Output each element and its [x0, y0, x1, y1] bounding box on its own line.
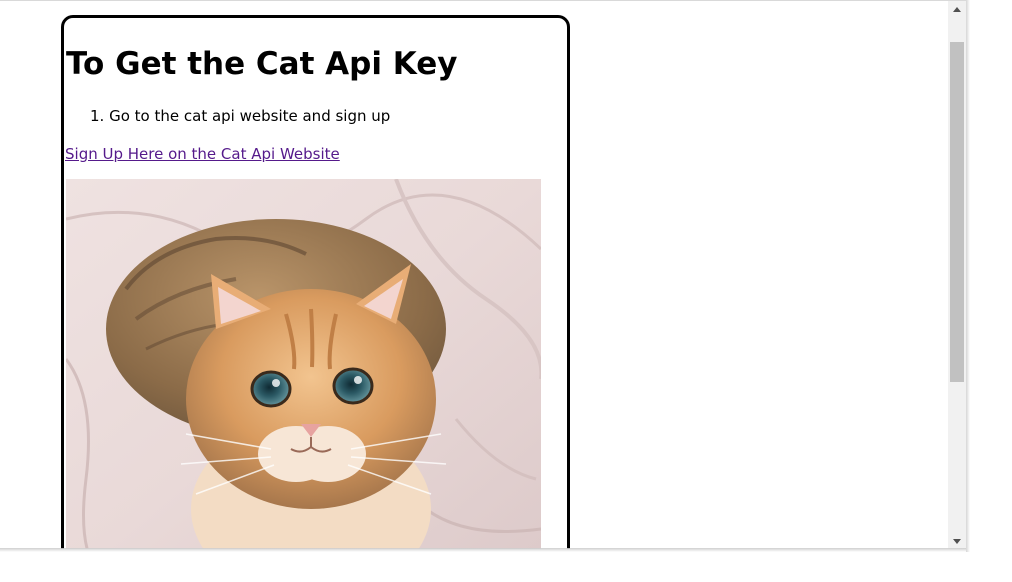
window-right-shadow [966, 0, 970, 552]
cat-image [66, 179, 541, 549]
window-bottom-shadow [0, 548, 966, 552]
scroll-down-arrow-icon[interactable] [948, 533, 966, 549]
browser-viewport-frame: To Get the Cat Api Key 1. Go to the cat … [0, 0, 966, 549]
page-title: To Get the Cat Api Key [66, 46, 458, 82]
instructions-card: To Get the Cat Api Key 1. Go to the cat … [61, 15, 570, 549]
scroll-up-arrow-icon[interactable] [948, 1, 966, 18]
page-viewport: To Get the Cat Api Key 1. Go to the cat … [0, 1, 948, 549]
step-text: Go to the cat api website and sign up [109, 107, 391, 125]
step-number: 1. [90, 107, 105, 125]
signup-link[interactable]: Sign Up Here on the Cat Api Website [65, 144, 340, 164]
scrollbar-thumb[interactable] [950, 42, 964, 382]
vertical-scrollbar[interactable] [948, 1, 966, 549]
steps-list: 1. Go to the cat api website and sign up [66, 106, 390, 126]
list-item: 1. Go to the cat api website and sign up [66, 106, 390, 126]
